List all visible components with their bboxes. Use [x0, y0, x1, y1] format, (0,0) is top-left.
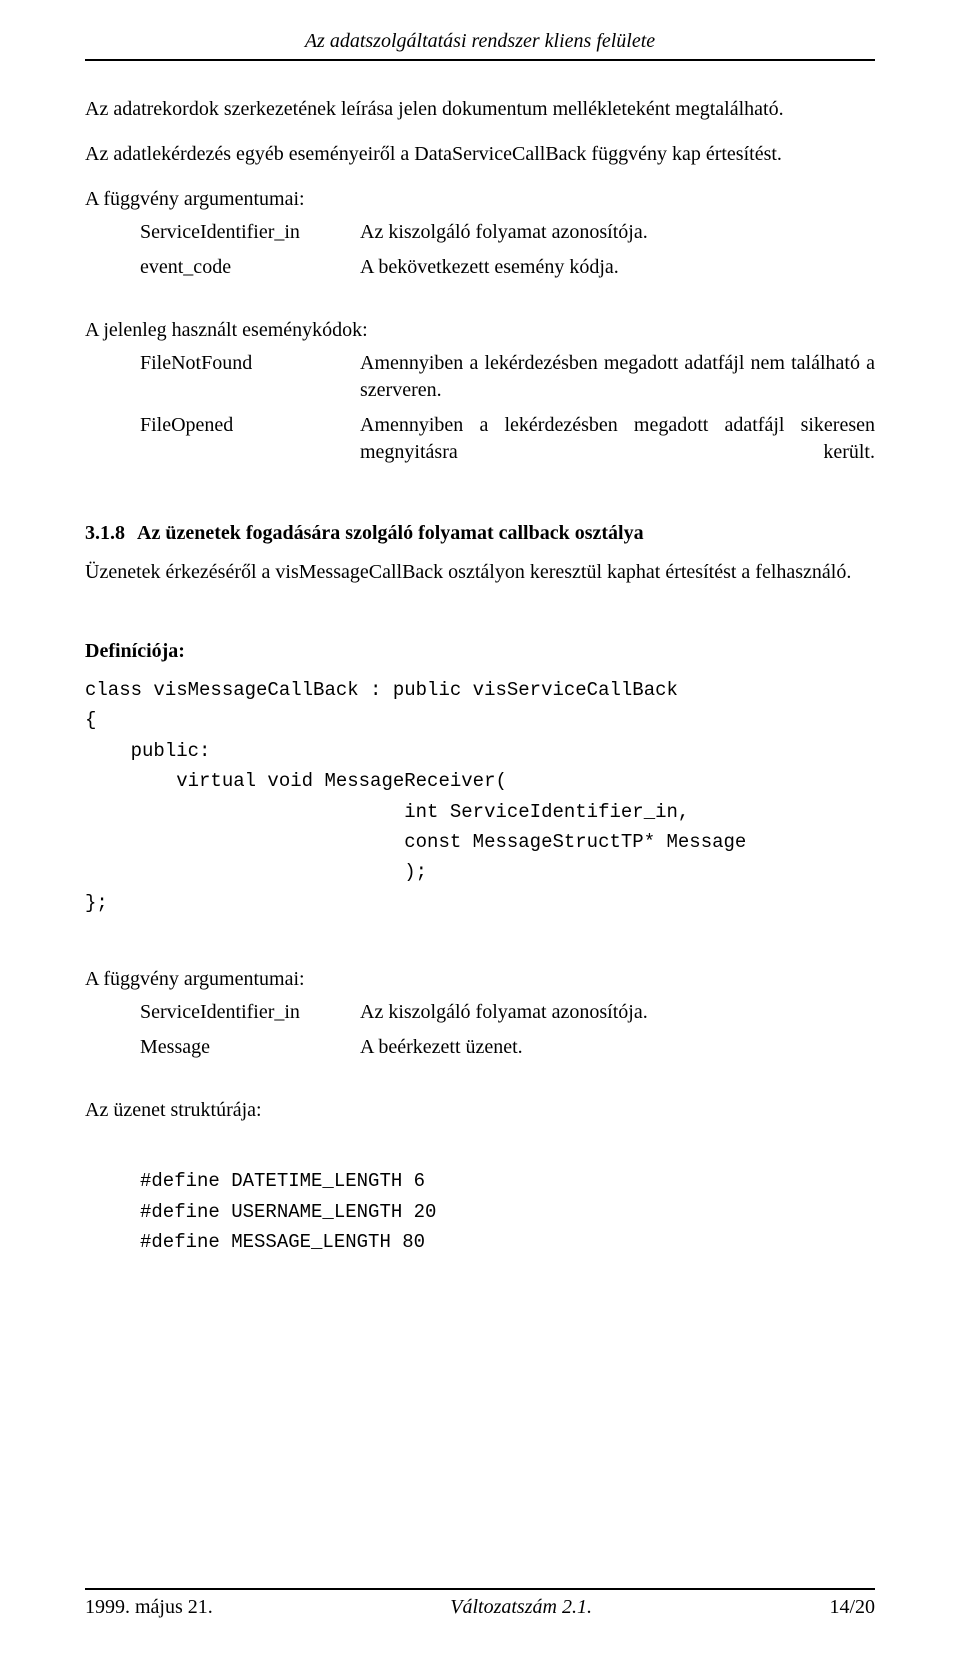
- event-row: FileOpened Amennyiben a lekérdezésben me…: [85, 412, 875, 466]
- definition-label: Definíciója:: [85, 638, 875, 665]
- arg-val: A bekövetkezett esemény kódja.: [360, 254, 875, 281]
- heading-text: Az üzenetek fogadására szolgáló folyamat…: [137, 522, 644, 544]
- code-block: #define DATETIME_LENGTH 6 #define USERNA…: [85, 1166, 875, 1257]
- footer-version: Változatszám 2.1.: [450, 1596, 592, 1619]
- event-row: FileNotFound Amennyiben a lekérdezésben …: [85, 350, 875, 404]
- arg-row: event_code A bekövetkezett esemény kódja…: [85, 254, 875, 281]
- arg-key: event_code: [140, 254, 360, 281]
- footer-date: 1999. május 21.: [85, 1596, 213, 1619]
- page: Az adatszolgáltatási rendszer kliens fel…: [0, 0, 960, 1654]
- arg-row: ServiceIdentifier_in Az kiszolgáló folya…: [85, 219, 875, 246]
- arg-val: Az kiszolgáló folyamat azonosítója.: [360, 999, 875, 1026]
- section-heading: 3.1.8Az üzenetek fogadására szolgáló fol…: [85, 520, 875, 547]
- arg-row: Message A beérkezett üzenet.: [85, 1034, 875, 1061]
- arg-key: ServiceIdentifier_in: [140, 999, 360, 1026]
- paragraph: Az adatlekérdezés egyéb eseményeiről a D…: [85, 141, 875, 168]
- paragraph: Üzenetek érkezéséről a visMessageCallBac…: [85, 559, 875, 586]
- event-val: Amennyiben a lekérdezésben megadott adat…: [360, 350, 875, 404]
- heading-number: 3.1.8: [85, 520, 137, 547]
- code-block: class visMessageCallBack : public visSer…: [85, 675, 875, 918]
- event-val: Amennyiben a lekérdezésben megadott adat…: [360, 412, 875, 466]
- paragraph: Az adatrekordok szerkezetének leírása je…: [85, 96, 875, 123]
- arg-val: A beérkezett üzenet.: [360, 1034, 875, 1061]
- arg-key: Message: [140, 1034, 360, 1061]
- header-title: Az adatszolgáltatási rendszer kliens fel…: [305, 30, 655, 52]
- page-header: Az adatszolgáltatási rendszer kliens fel…: [85, 30, 875, 61]
- args-intro: A függvény argumentumai:: [85, 966, 875, 993]
- footer-page-number: 14/20: [829, 1596, 875, 1619]
- page-footer: 1999. május 21. Változatszám 2.1. 14/20: [85, 1588, 875, 1619]
- event-key: FileOpened: [140, 412, 360, 466]
- events-intro: A jelenleg használt eseménykódok:: [85, 317, 875, 344]
- args-intro: A függvény argumentumai:: [85, 186, 875, 213]
- arg-val: Az kiszolgáló folyamat azonosítója.: [360, 219, 875, 246]
- arg-row: ServiceIdentifier_in Az kiszolgáló folya…: [85, 999, 875, 1026]
- arg-key: ServiceIdentifier_in: [140, 219, 360, 246]
- event-key: FileNotFound: [140, 350, 360, 404]
- body: Az adatrekordok szerkezetének leírása je…: [85, 96, 875, 1257]
- struct-intro: Az üzenet struktúrája:: [85, 1097, 875, 1124]
